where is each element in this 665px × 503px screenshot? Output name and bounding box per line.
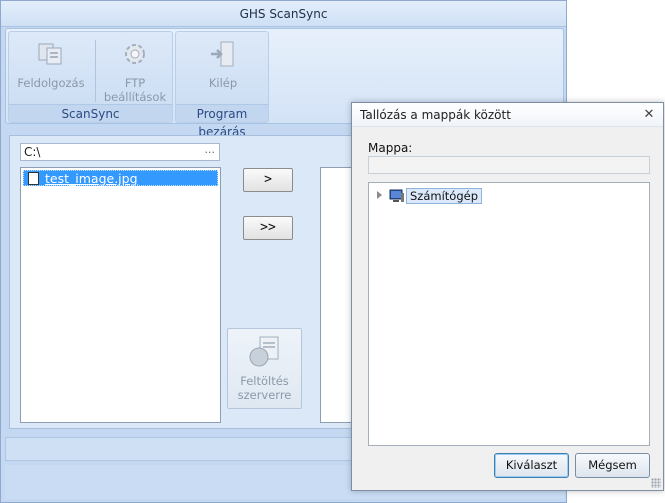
- close-icon[interactable]: ✕: [643, 103, 655, 127]
- resize-grip-icon[interactable]: [651, 478, 661, 488]
- path-input[interactable]: C:\ ...: [20, 143, 220, 161]
- expand-arrow-icon[interactable]: [377, 191, 382, 199]
- list-item[interactable]: test_image.jpg: [23, 170, 218, 186]
- ribbon-group-scansync: Feldolgozás FTP beállítások ScanSync: [8, 31, 173, 123]
- exit-button-label: Kilép: [208, 76, 238, 90]
- ftp-settings-button[interactable]: FTP beállítások: [99, 36, 171, 104]
- tree-item-label: Számítógép: [406, 188, 483, 204]
- local-file-list[interactable]: test_image.jpg: [20, 167, 221, 423]
- process-button[interactable]: Feldolgozás: [15, 36, 87, 90]
- dialog-title: Tallózás a mappák között: [352, 103, 663, 127]
- ribbon-group-close: Kilép Program bezárás: [175, 31, 269, 139]
- file-icon: [28, 172, 39, 185]
- ribbon-separator: [95, 40, 96, 102]
- exit-button[interactable]: Kilép: [187, 36, 259, 90]
- upload-button[interactable]: Feltöltés szerverre: [227, 328, 302, 409]
- move-all-button[interactable]: >>: [243, 216, 293, 240]
- upload-button-label: Feltöltés szerverre: [237, 374, 292, 402]
- path-value: C:\: [24, 145, 41, 159]
- exit-icon: [207, 38, 239, 70]
- file-name: test_image.jpg: [45, 171, 138, 186]
- select-button[interactable]: Kiválaszt: [494, 453, 569, 478]
- browse-path-button[interactable]: ...: [205, 142, 216, 158]
- upload-icon: [248, 335, 282, 369]
- cancel-button[interactable]: Mégsem: [575, 453, 650, 478]
- gear-icon: [119, 38, 151, 70]
- folder-label: Mappa:: [368, 141, 413, 155]
- ribbon-group-caption: Program bezárás: [176, 104, 268, 139]
- process-icon: [35, 38, 67, 70]
- move-selected-button[interactable]: >: [243, 168, 293, 192]
- folder-field[interactable]: [368, 156, 650, 174]
- ftp-settings-button-label: FTP beállítások: [103, 76, 167, 104]
- process-button-label: Feldolgozás: [17, 76, 85, 90]
- folder-tree[interactable]: Számítógép: [368, 182, 650, 446]
- ribbon-group-caption: ScanSync: [9, 104, 172, 122]
- browse-folder-dialog: Tallózás a mappák között ✕ Mappa: Számít…: [351, 102, 664, 491]
- window-title: GHS ScanSync: [1, 1, 566, 27]
- computer-icon: [389, 189, 405, 203]
